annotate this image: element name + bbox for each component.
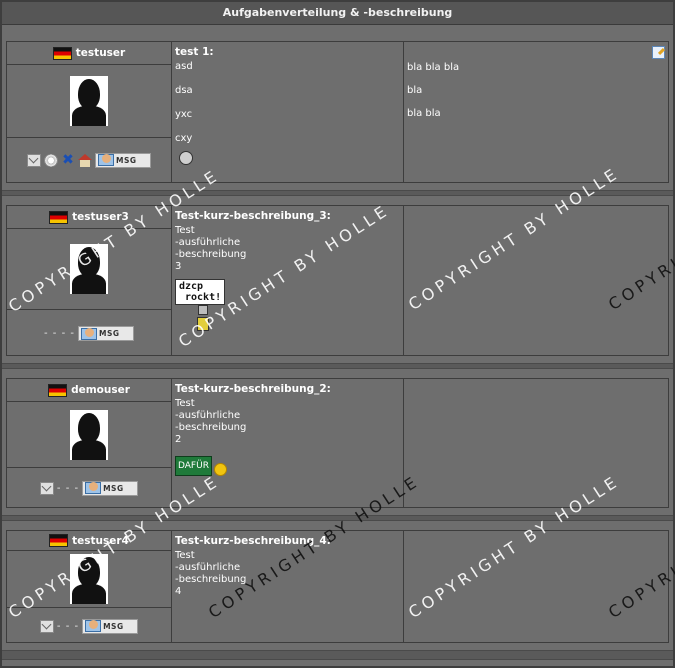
msg-button[interactable]: MSG bbox=[82, 618, 139, 634]
german-flag-icon bbox=[48, 383, 68, 397]
post-3-avatar-row bbox=[7, 402, 171, 468]
post-4-user-panel: testuser4 - - - MSG bbox=[7, 531, 172, 642]
post-4: testuser4 - - - MSG Test-kurz-beschreibu… bbox=[6, 530, 669, 643]
post-4-line-1: Test bbox=[175, 550, 195, 561]
avatar[interactable] bbox=[70, 244, 108, 294]
post-1-content: test 1: asd dsa yxc cxy bbox=[172, 42, 404, 182]
post-1-avatar-row bbox=[7, 65, 171, 138]
post-1-line-4: cxy bbox=[175, 133, 193, 144]
post-4-username[interactable]: testuser4 bbox=[72, 535, 129, 547]
post-3-line-1: Test bbox=[175, 398, 195, 409]
icq-icon[interactable] bbox=[44, 153, 58, 167]
post-2-content: Test-kurz-beschreibung_3: Test -ausführl… bbox=[172, 206, 404, 355]
edit-icon[interactable] bbox=[652, 46, 665, 59]
homepage-icon[interactable] bbox=[78, 153, 92, 167]
page-title: Aufgabenverteilung & -beschreibung bbox=[2, 2, 673, 25]
post-1-line-1: asd bbox=[175, 61, 193, 72]
avatar[interactable] bbox=[70, 409, 108, 460]
msg-button[interactable]: MSG bbox=[77, 326, 134, 341]
mail-icon[interactable] bbox=[39, 619, 54, 633]
msg-envelope-icon bbox=[98, 154, 114, 166]
post-2-user-row: testuser3 bbox=[7, 206, 171, 229]
post-3-line-4: 2 bbox=[175, 434, 182, 445]
german-flag-icon bbox=[49, 210, 69, 224]
no-contact-placeholder: - - - bbox=[56, 482, 80, 494]
post-3-details bbox=[404, 379, 668, 507]
mail-icon[interactable] bbox=[27, 153, 41, 167]
post-4-line-2: -ausführliche bbox=[175, 562, 241, 573]
post-3-contact-icons: - - - MSG bbox=[7, 468, 171, 508]
post-2-line-2: -ausführliche bbox=[175, 237, 241, 248]
post-2: testuser3 - - - - MSG Test-kurz-beschrei… bbox=[6, 205, 669, 356]
post-1-contact-icons: ✖ MSG bbox=[7, 138, 171, 182]
dafuer-sign: DAFÜR bbox=[175, 456, 212, 476]
post-2-user-panel: testuser3 - - - - MSG bbox=[7, 206, 172, 355]
smiley-icon bbox=[175, 149, 197, 167]
post-3-line-2: -ausführliche bbox=[175, 410, 241, 421]
post-4-contact-icons: - - - MSG bbox=[7, 608, 171, 644]
post-1-username[interactable]: testuser bbox=[76, 47, 125, 59]
msg-envelope-icon bbox=[85, 482, 102, 494]
post-3-sign-smiley: DAFÜR bbox=[172, 456, 403, 476]
post-1-details: bla bla bla bla bla bla bbox=[404, 42, 668, 182]
post-1-user-panel: testuser ✖ MSG bbox=[7, 42, 172, 182]
german-flag-icon bbox=[52, 46, 72, 60]
msg-button[interactable]: MSG bbox=[82, 480, 139, 496]
no-contact-placeholder: - - - bbox=[56, 620, 80, 632]
post-1-user-row: testuser bbox=[7, 42, 171, 65]
post-1-line-3: yxc bbox=[175, 109, 193, 120]
german-flag-icon bbox=[49, 534, 69, 547]
post-2-title: Test-kurz-beschreibung_3: bbox=[175, 210, 331, 222]
post-3-title: Test-kurz-beschreibung_2: bbox=[175, 383, 331, 395]
msg-envelope-icon bbox=[80, 327, 97, 340]
post-2-line-4: 3 bbox=[175, 261, 182, 272]
post-4-line-3: -beschreibung bbox=[175, 574, 247, 585]
post-3: demouser - - - MSG Test-kurz-beschreibun… bbox=[6, 378, 669, 508]
post-4-details bbox=[404, 531, 668, 642]
robot-icon bbox=[195, 305, 211, 335]
post-3-username[interactable]: demouser bbox=[71, 384, 130, 396]
post-4-content: Test-kurz-beschreibung_4: Test -ausführl… bbox=[172, 531, 404, 642]
avatar[interactable] bbox=[70, 76, 108, 126]
post-2-details bbox=[404, 206, 668, 355]
separator bbox=[2, 190, 673, 196]
post-1: testuser ✖ MSG test 1: asd dsa yxc cxy b… bbox=[6, 41, 669, 183]
post-3-user-panel: demouser - - - MSG bbox=[7, 379, 172, 507]
separator bbox=[2, 650, 673, 660]
post-1-right-3: bla bla bbox=[407, 108, 441, 119]
post-1-smiley bbox=[172, 149, 403, 170]
smiley-icon bbox=[213, 463, 227, 476]
post-3-content: Test-kurz-beschreibung_2: Test -ausführl… bbox=[172, 379, 404, 507]
post-3-user-row: demouser bbox=[7, 379, 171, 402]
post-1-right-1: bla bla bla bbox=[407, 62, 460, 73]
separator bbox=[2, 363, 673, 369]
no-contact-placeholder: - - - - bbox=[44, 328, 75, 339]
post-4-title: Test-kurz-beschreibung_4: bbox=[175, 535, 331, 547]
msg-envelope-icon bbox=[85, 620, 102, 632]
post-4-user-row: testuser4 bbox=[7, 531, 171, 551]
post-1-title: test 1: bbox=[175, 46, 214, 58]
xfire-icon[interactable]: ✖ bbox=[61, 153, 75, 167]
post-2-line-1: Test bbox=[175, 225, 195, 236]
post-1-right-2: bla bbox=[407, 85, 423, 96]
mail-icon[interactable] bbox=[39, 481, 54, 495]
post-4-line-4: 4 bbox=[175, 586, 182, 597]
post-1-line-2: dsa bbox=[175, 85, 193, 96]
post-2-sign-smiley: dzcp rockt! bbox=[172, 279, 403, 338]
post-2-avatar-row bbox=[7, 229, 171, 310]
post-2-line-3: -beschreibung bbox=[175, 249, 247, 260]
separator bbox=[2, 515, 673, 521]
avatar[interactable] bbox=[70, 554, 108, 604]
post-2-username[interactable]: testuser3 bbox=[72, 211, 129, 223]
post-4-avatar-row bbox=[7, 551, 171, 608]
post-3-line-3: -beschreibung bbox=[175, 422, 247, 433]
msg-button[interactable]: MSG bbox=[95, 152, 151, 168]
post-2-contact-icons: - - - - MSG bbox=[7, 310, 171, 357]
dzcp-sign: dzcp rockt! bbox=[175, 279, 226, 305]
